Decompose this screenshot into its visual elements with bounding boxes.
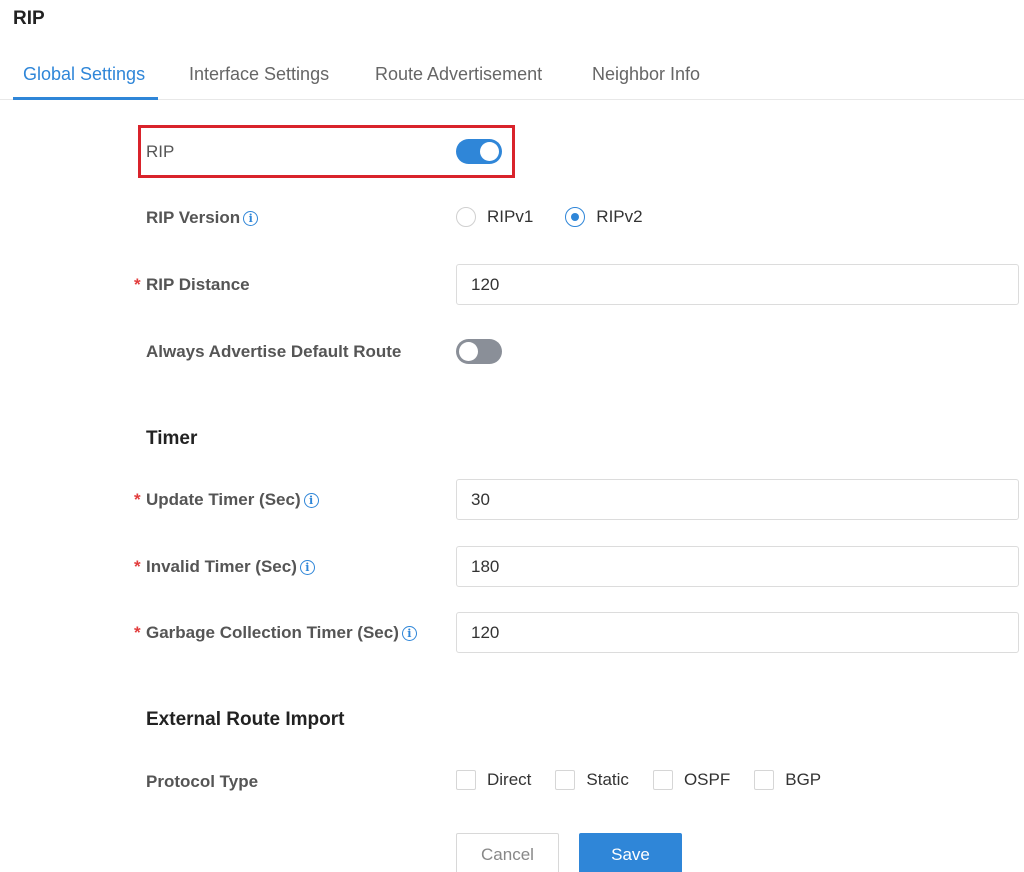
radio-circle-checked [565,207,586,227]
checkbox-static[interactable]: Static [555,770,629,790]
tab-global-settings[interactable]: Global Settings [23,64,145,85]
garbage-timer-input[interactable] [456,612,1019,653]
info-icon[interactable]: i [299,559,315,575]
required-mark: * [134,275,141,294]
invalid-timer-label: * Invalid Timer (Sec) i [134,557,315,577]
info-icon[interactable]: i [243,210,259,226]
always-advertise-toggle[interactable] [456,339,502,364]
page-title: RIP [13,8,45,29]
timer-section-title: Timer [146,428,198,449]
rip-version-radio-group: RIPv1 RIPv2 [456,207,675,227]
update-timer-label: * Update Timer (Sec) i [134,490,319,510]
checkbox-direct[interactable]: Direct [456,770,531,790]
required-mark: * [134,623,141,642]
radio-ripv2[interactable]: RIPv2 [565,207,643,227]
cancel-button[interactable]: Cancel [456,833,559,872]
update-timer-input[interactable] [456,479,1019,520]
active-tab-indicator [13,97,158,100]
radio-label: RIPv2 [596,207,643,226]
rip-label: RIP [146,142,175,161]
rip-toggle[interactable] [456,139,502,164]
required-mark: * [134,557,141,576]
radio-circle [456,207,476,227]
required-mark: * [134,490,141,509]
protocol-type-label: Protocol Type [146,772,259,791]
checkbox-box [555,770,576,790]
toggle-knob [459,342,478,361]
checkbox-label: OSPF [683,770,731,789]
checkbox-bgp[interactable]: BGP [754,770,821,790]
tab-interface-settings[interactable]: Interface Settings [189,64,329,85]
radio-label: RIPv1 [487,207,534,226]
tab-neighbor-info[interactable]: Neighbor Info [592,64,700,85]
rip-distance-label: * RIP Distance [134,275,250,294]
checkbox-label: BGP [785,770,822,789]
checkbox-ospf[interactable]: OSPF [652,770,731,790]
radio-ripv1[interactable]: RIPv1 [456,207,533,227]
external-route-section-title: External Route Import [146,709,345,730]
invalid-timer-input[interactable] [456,546,1019,587]
protocol-type-checkbox-group: Direct Static OSPF BGP [456,770,845,790]
checkbox-box [754,770,775,790]
tab-route-advertisement[interactable]: Route Advertisement [375,64,542,85]
checkbox-box [456,770,476,790]
checkbox-box [652,770,673,790]
garbage-timer-label: * Garbage Collection Timer (Sec) i [134,623,417,643]
checkbox-label: Static [586,770,629,789]
always-advertise-label: Always Advertise Default Route [146,342,402,361]
info-icon[interactable]: i [401,625,417,641]
info-icon[interactable]: i [303,492,319,508]
tab-bar: Global Settings Interface Settings Route… [0,56,1024,100]
toggle-knob [480,142,499,161]
rip-distance-input[interactable] [456,264,1019,305]
save-button[interactable]: Save [579,833,682,872]
checkbox-label: Direct [487,770,532,789]
rip-version-label: RIP Version i [146,208,259,228]
